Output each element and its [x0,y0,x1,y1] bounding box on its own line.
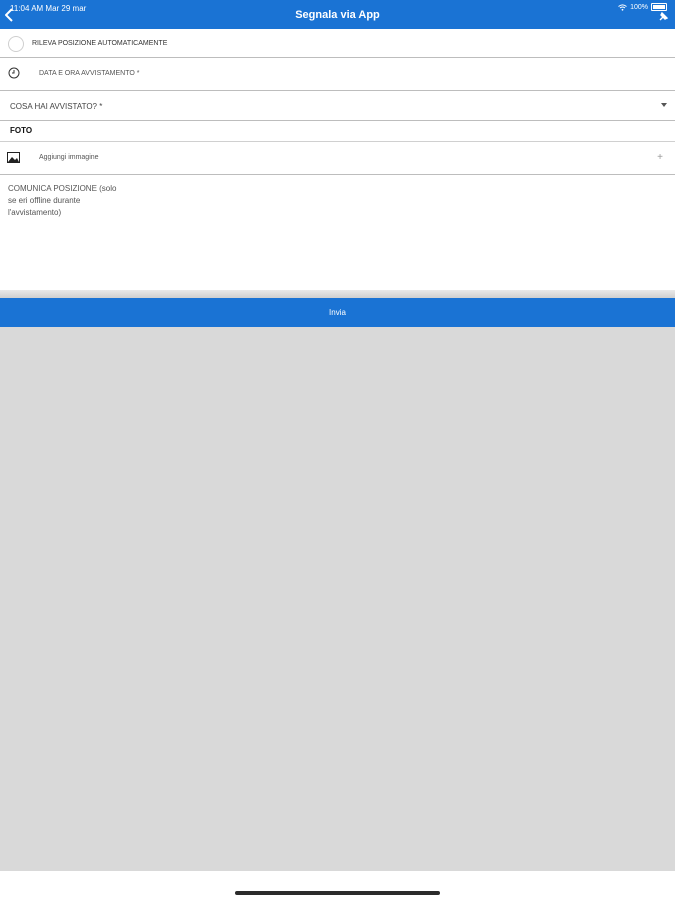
dropdown-arrow-icon [661,103,667,107]
image-icon [7,152,20,163]
auto-position-row[interactable]: RILEVA POSIZIONE AUTOMATICAMENTE [0,29,675,58]
form-bottom-divider [0,290,675,298]
sighting-select[interactable]: COSA HAI AVVISTATO? * [0,91,675,121]
wifi-icon [618,3,627,11]
add-image-plus[interactable]: + [657,152,663,163]
battery-icon [651,3,667,11]
empty-content-area [0,327,675,871]
sighting-select-label: COSA HAI AVVISTATO? * [10,102,103,111]
datetime-row[interactable]: DATA E ORA AVVISTAMENTO * [0,58,675,91]
app-header: 11:04 AM Mar 29 mar Segnala via App 100% [0,0,675,29]
clock-icon [8,67,20,79]
auto-position-label: RILEVA POSIZIONE AUTOMATICAMENTE [32,40,168,47]
add-image-label: Aggiungi immagine [39,154,99,161]
status-indicators: 100% [618,3,667,11]
page-title: Segnala via App [295,9,380,21]
auto-position-radio[interactable] [8,36,24,52]
pin-icon[interactable] [657,11,669,23]
communicate-position-field[interactable] [8,183,158,283]
photo-section-label: FOTO [10,126,33,135]
submit-button[interactable]: Invia [0,298,675,327]
add-image-row[interactable]: Aggiungi immagine + [0,142,675,175]
battery-percent: 100% [630,3,648,11]
datetime-field: DATA E ORA AVVISTAMENTO * [39,70,140,77]
home-indicator[interactable] [235,891,440,895]
